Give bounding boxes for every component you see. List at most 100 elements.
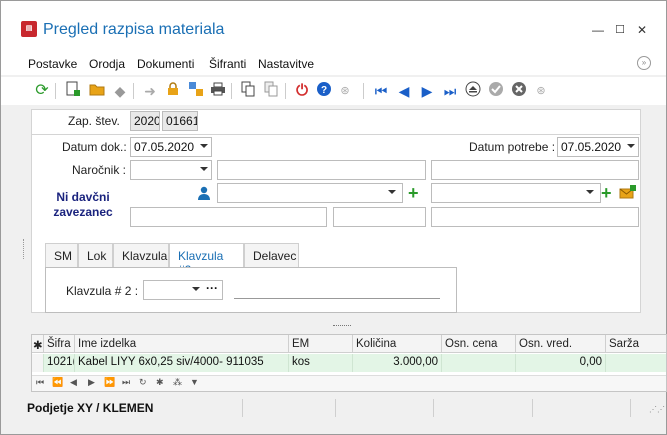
zap-number-field: 01661: [162, 111, 198, 131]
cell-ime-izdelka[interactable]: Kabel LIYY 6x0,25 siv/4000- 911035: [75, 354, 289, 372]
menu-dokumenti[interactable]: Dokumenti: [137, 57, 194, 71]
narocnik-select[interactable]: [130, 160, 212, 180]
lock-icon[interactable]: [163, 81, 183, 101]
datum-potrebe-label: Datum potrebe :: [469, 140, 556, 154]
column-header-sarza[interactable]: Sarža: [606, 335, 666, 353]
toolbar: ⟳ ◆ ➜ ⏻ ? ⊛ ⏮ ◀ ▶ ⏭ ⊛: [1, 77, 666, 105]
datum-dok-field[interactable]: 07.05.2020: [130, 137, 212, 157]
print-icon[interactable]: [208, 81, 228, 101]
cell-em[interactable]: kos: [289, 354, 353, 372]
forward-arrow-icon[interactable]: ➜: [140, 81, 160, 101]
title-bar: ▤ Pregled razpisa materiala — ☐ ✕: [1, 1, 666, 51]
cell-sarza[interactable]: [606, 354, 666, 372]
nav-filter-icon[interactable]: ▼: [190, 377, 199, 387]
menu-overflow-icon[interactable]: »: [637, 56, 651, 70]
klavzula-2-select[interactable]: ···: [143, 280, 223, 300]
nav-delete-icon[interactable]: ⁂: [173, 377, 182, 388]
contact-select[interactable]: [431, 183, 601, 203]
chevron-down-icon[interactable]: [192, 287, 200, 291]
nav-insert-icon[interactable]: ✱: [156, 377, 164, 388]
tab-sm[interactable]: SM: [45, 243, 78, 267]
nav-last-icon[interactable]: ⏭: [122, 377, 130, 388]
cell-osn-vred[interactable]: 0,00: [516, 354, 606, 372]
resize-grip-icon[interactable]: ⋰⋰: [649, 405, 665, 414]
more-button[interactable]: ···: [206, 281, 218, 295]
nav-next-icon[interactable]: ▶: [88, 377, 95, 388]
klavzula-2-text-line[interactable]: [234, 298, 440, 299]
partner-select[interactable]: [217, 183, 403, 203]
chevron-down-icon[interactable]: [627, 144, 635, 148]
cell-sifra[interactable]: 1021(: [44, 354, 75, 372]
copy-icon[interactable]: [238, 81, 258, 101]
main-window: ▤ Pregled razpisa materiala — ☐ ✕ Postav…: [0, 0, 667, 435]
narocnik-label: Naročnik :: [72, 163, 127, 177]
new-doc-icon[interactable]: [63, 81, 83, 101]
tax-status-label: Ni davčni zavezanec: [53, 190, 113, 219]
cell-osn-cena[interactable]: [442, 354, 516, 372]
tab-klavzula-2[interactable]: Klavzula #2: [169, 243, 244, 277]
klavzula-2-panel: Klavzula # 2 : ···: [45, 267, 457, 313]
zap-label: Zap. štev.: [68, 114, 120, 128]
address-field-2[interactable]: [333, 207, 426, 227]
column-header-osn-cena[interactable]: Osn. cena: [442, 335, 516, 353]
menu-nastavitve[interactable]: Nastavitve: [258, 57, 314, 71]
refresh-icon[interactable]: ⟳: [32, 81, 52, 101]
person-icon[interactable]: [198, 186, 210, 200]
window-title: Pregled razpisa materiala: [43, 21, 225, 38]
nav-prev-icon[interactable]: ◀: [70, 377, 77, 388]
cell-kolicina[interactable]: 3.000,00: [353, 354, 442, 372]
address-field-3[interactable]: [431, 207, 639, 227]
items-grid: ✱ Šifra Ime izdelka EM Količina Osn. cen…: [31, 334, 667, 392]
nav-first-icon[interactable]: ⏮: [36, 377, 44, 388]
more-options-icon[interactable]: ⊛: [531, 81, 551, 101]
first-record-icon[interactable]: ⏮: [371, 81, 391, 101]
chevron-down-icon[interactable]: [200, 167, 208, 171]
column-header-em[interactable]: EM: [289, 335, 353, 353]
tab-strip: SM Lok Klavzula Klavzula #2 Delavec: [45, 243, 457, 277]
menu-postavke[interactable]: Postavke: [28, 57, 77, 71]
eraser-icon[interactable]: ◆: [110, 81, 130, 101]
tab-klavzula[interactable]: Klavzula: [113, 243, 169, 267]
mail-add-icon[interactable]: [619, 184, 637, 203]
nav-refresh-icon[interactable]: ↻: [139, 377, 147, 388]
tab-lok[interactable]: Lok: [78, 243, 113, 267]
previous-record-icon[interactable]: ◀: [394, 81, 414, 101]
confirm-icon[interactable]: [486, 81, 506, 101]
narocnik-extra-field[interactable]: [431, 160, 639, 180]
menu-orodja[interactable]: Orodja: [89, 57, 125, 71]
close-button[interactable]: ✕: [631, 21, 653, 39]
column-header-sifra[interactable]: Šifra: [44, 335, 75, 353]
paste-icon[interactable]: [261, 81, 281, 101]
chevron-down-icon[interactable]: [586, 190, 594, 194]
splitter-handle[interactable]: [23, 239, 25, 259]
tab-delavec[interactable]: Delavec: [244, 243, 299, 267]
narocnik-name-field[interactable]: [217, 160, 426, 180]
zap-year-field: 2020: [130, 111, 160, 131]
cancel-icon[interactable]: [509, 81, 529, 101]
next-record-icon[interactable]: ▶: [417, 81, 437, 101]
menu-sifranti[interactable]: Šifranti: [209, 57, 246, 71]
column-header-ime-izdelka[interactable]: Ime izdelka: [75, 335, 289, 353]
open-folder-icon[interactable]: [87, 81, 107, 101]
minimize-button[interactable]: —: [587, 21, 609, 39]
grid-navigator: ⏮ ⏪ ◀ ▶ ⏩ ⏭ ↻ ✱ ⁂ ▼: [32, 375, 666, 391]
nav-prev-page-icon[interactable]: ⏪: [52, 377, 63, 388]
help-icon[interactable]: ?: [314, 81, 334, 101]
nav-next-page-icon[interactable]: ⏩: [104, 377, 115, 388]
power-icon[interactable]: ⏻: [292, 81, 312, 101]
datum-potrebe-field[interactable]: 07.05.2020: [557, 137, 639, 157]
last-record-icon[interactable]: ⏭: [440, 81, 460, 101]
address-field-1[interactable]: [130, 207, 327, 227]
transfer-icon[interactable]: [186, 81, 206, 101]
horizontal-splitter[interactable]: [333, 325, 351, 328]
eject-icon[interactable]: [463, 81, 483, 101]
add-partner-icon[interactable]: +: [408, 184, 419, 202]
add-contact-icon[interactable]: +: [601, 184, 612, 202]
datum-dok-label: Datum dok.:: [62, 140, 127, 154]
maximize-button[interactable]: ☐: [609, 21, 631, 39]
forward-circle-icon[interactable]: ⊛: [335, 81, 355, 101]
chevron-down-icon[interactable]: [388, 190, 396, 194]
column-header-kolicina[interactable]: Količina: [353, 335, 442, 353]
chevron-down-icon[interactable]: [200, 144, 208, 148]
column-header-osn-vred[interactable]: Osn. vred.: [516, 335, 606, 353]
